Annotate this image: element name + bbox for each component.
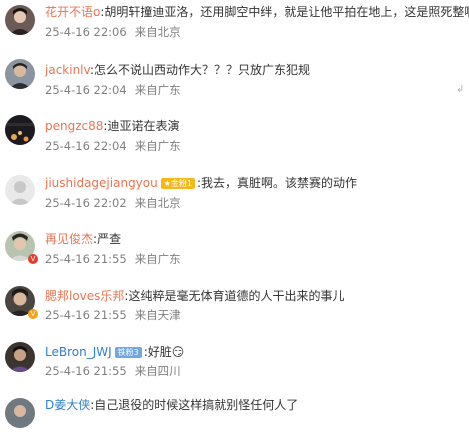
comment-text: 胡明轩撞迪亚洛，还用脚空中绊，就是让他平拍在地上，这是照死整啊 [104,5,469,19]
comment-username[interactable]: D姜大侠 [45,398,90,412]
comment-time: 25-4-16 22:04 [45,83,127,97]
comment-username[interactable]: jiushidagejiangyou [45,176,158,190]
comment-text: 我去，真脏啊。该禁赛的动作 [201,176,358,190]
comment-text: 迪亚诺在表演 [107,119,180,133]
comment-text: 好脏😏 [147,345,185,359]
comment-time: 25-4-16 21:55 [45,308,127,322]
comment-item: jiushidagejiangyou ★金粉1:我去，真脏啊。该禁赛的动作 25-… [0,168,469,224]
comment-text: 严查 [97,232,122,246]
comment-time: 25-4-16 21:55 [45,252,127,266]
fan-badge[interactable]: 铁粉3 [114,347,142,358]
avatar[interactable] [5,59,35,89]
comment-location: 来自广东 [134,252,181,266]
comment-username[interactable]: pengzc88 [45,119,103,133]
comment-text: 这纯粹是毫无体育道德的人干出来的事儿 [128,289,345,303]
comment-text: 自己退役的时候这样搞就别怪任何人了 [94,398,299,412]
comment-username[interactable]: LeBron_JWJ [45,345,112,359]
comment-username[interactable]: jackinlv [45,63,90,77]
comment-item: jackinlv:怎么不说山西动作大？？？只放广东犯规 25-4-16 22:0… [0,56,469,112]
comment-text: 怎么不说山西动作大？？？只放广东犯规 [94,63,311,77]
comment-item: LeBron_JWJ 铁粉3:好脏😏 25-4-16 21:55 来自四川 [0,336,469,392]
avatar[interactable] [5,342,35,372]
comment-time: 25-4-16 21:55 [45,364,127,378]
comment-location: 来自四川 [134,364,181,378]
comment-username[interactable]: 花开不语o [45,5,100,19]
comment-username[interactable]: 腮邦loves乐邦 [45,289,124,303]
verified-icon: V [28,254,38,264]
avatar[interactable] [5,5,35,35]
avatar[interactable] [5,398,35,428]
comment-item: V 腮邦loves乐邦:这纯粹是毫无体育道德的人干出来的事儿 25-4-16 2… [0,280,469,336]
comment-time: 25-4-16 22:02 [45,196,127,210]
comment-item: 花开不语o:胡明轩撞迪亚洛，还用脚空中绊，就是让他平拍在地上，这是照死整啊 25… [0,0,469,56]
comment-location: 来自北京 [134,196,181,210]
avatar[interactable] [5,115,35,145]
comment-time: 25-4-16 22:04 [45,139,127,153]
comment-location: 来自广东 [134,83,181,97]
comment-username[interactable]: 再见俊杰 [45,232,93,246]
comment-item: D姜大侠:自己退役的时候这样搞就别怪任何人了 [0,392,469,448]
comment-location: 来自广东 [134,139,181,153]
comment-time: 25-4-16 22:06 [45,25,127,39]
avatar[interactable] [5,175,35,205]
comment-item: V 再见俊杰:严查 25-4-16 21:55 来自广东 [0,224,469,280]
reply-icon[interactable]: ↲ [456,85,466,95]
comment-location: 来自北京 [134,25,181,39]
verified-icon: V [28,309,38,319]
comment-location: 来自天津 [134,308,181,322]
fan-badge[interactable]: ★金粉1 [160,178,195,189]
comment-item: pengzc88:迪亚诺在表演 25-4-16 22:04 来自广东 [0,112,469,168]
